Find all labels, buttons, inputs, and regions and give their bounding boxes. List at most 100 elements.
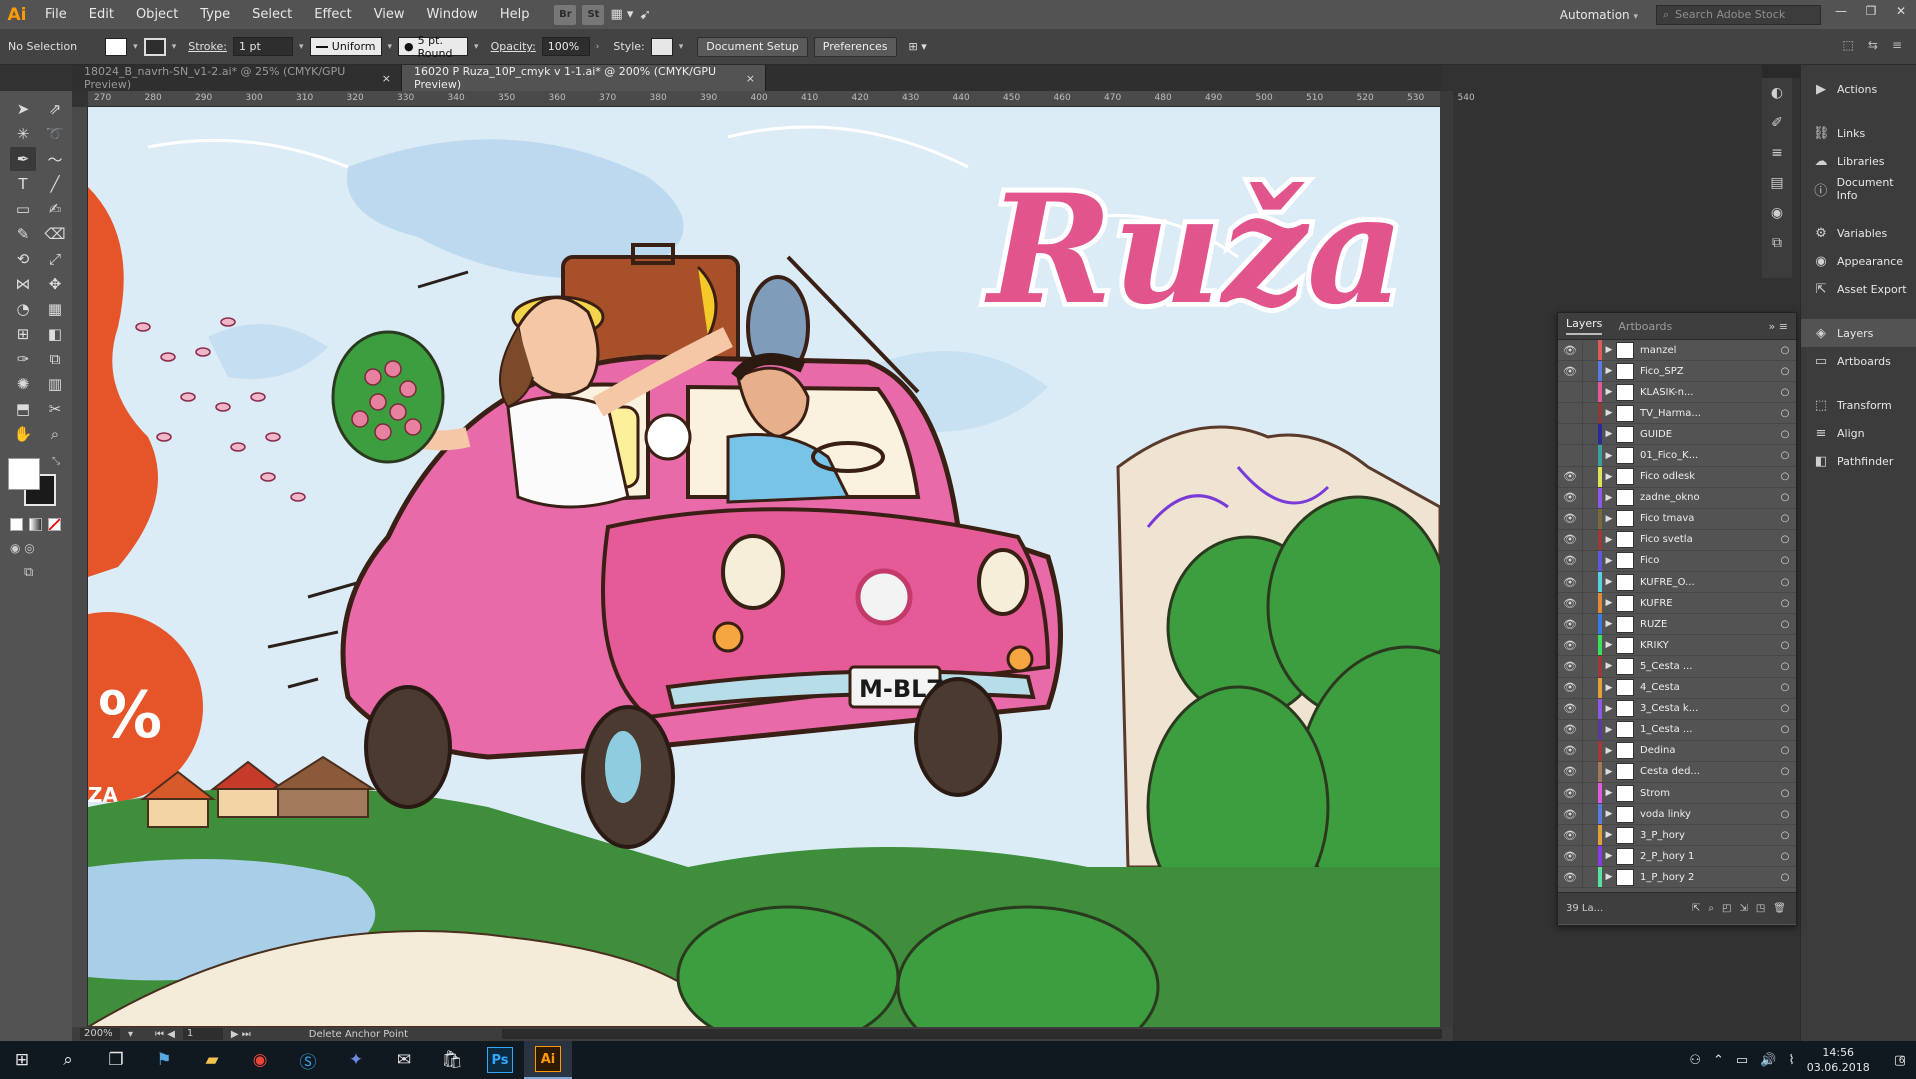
target-circle-icon[interactable]: ○ [1774, 745, 1796, 756]
opacity-label[interactable]: Opacity: [491, 40, 536, 53]
artboard-nav-icon[interactable]: ⏮ ◀ [155, 1029, 175, 1040]
lock-toggle[interactable] [1582, 614, 1598, 635]
lock-toggle[interactable] [1582, 572, 1598, 593]
transform-icon[interactable]: ⬚ [1843, 38, 1854, 52]
target-circle-icon[interactable]: ○ [1774, 577, 1796, 588]
dock-item-artboards[interactable]: ▭ Artboards [1801, 347, 1916, 375]
type-tool-icon[interactable]: T [10, 172, 36, 196]
file-explorer-icon[interactable]: ▰ [188, 1041, 236, 1079]
visibility-eye-icon[interactable]: 👁 [1558, 765, 1582, 778]
dock-item-transform[interactable]: ⬚ Transform [1801, 391, 1916, 419]
visibility-eye-icon[interactable]: 👁 [1558, 491, 1582, 504]
expand-arrow-icon[interactable]: ▶ [1602, 408, 1616, 418]
layer-row[interactable]: 👁 ▶ Cesta ded... ○ [1558, 761, 1796, 783]
target-circle-icon[interactable]: ○ [1774, 851, 1796, 862]
expand-arrow-icon[interactable]: ▶ [1602, 809, 1616, 819]
layer-row[interactable]: 👁 ▶ 5_Cesta ... ○ [1558, 656, 1796, 678]
chevron-down-icon[interactable]: ▾ [299, 42, 304, 52]
new-sublayer-icon[interactable]: ⇲ [1739, 903, 1747, 914]
lock-toggle[interactable] [1582, 593, 1598, 614]
expand-arrow-icon[interactable]: ▶ [1602, 535, 1616, 545]
target-circle-icon[interactable]: ○ [1774, 408, 1796, 419]
notifications-icon[interactable]: ▢ 6 [1894, 1053, 1906, 1068]
visibility-eye-icon[interactable]: 👁 [1558, 618, 1582, 631]
chevron-down-icon[interactable]: ▾ [133, 42, 138, 52]
new-layer-icon[interactable]: ◳ [1756, 903, 1765, 914]
microsoft-store-icon[interactable]: 🛍 [428, 1041, 476, 1079]
rectangle-tool-icon[interactable]: ▭ [10, 197, 36, 221]
lock-toggle[interactable] [1582, 445, 1598, 466]
target-circle-icon[interactable]: ○ [1774, 703, 1796, 714]
expand-arrow-icon[interactable]: ▶ [1602, 746, 1616, 756]
expand-arrow-icon[interactable]: ▶ [1602, 640, 1616, 650]
tab-document-2[interactable]: 16020 P Ruza_10P_cmyk v 1-1.ai* @ 200% (… [402, 65, 766, 91]
lock-toggle[interactable] [1582, 867, 1598, 888]
target-circle-icon[interactable]: ○ [1774, 534, 1796, 545]
screen-mode-icon[interactable]: ⧉ [24, 565, 33, 580]
rotate-tool-icon[interactable]: ⟲ [10, 247, 36, 271]
expand-arrow-icon[interactable]: ▶ [1602, 556, 1616, 566]
visibility-eye-icon[interactable]: 👁 [1558, 808, 1582, 821]
layer-row[interactable]: 👁 ▶ Fico_SPZ ○ [1558, 361, 1796, 383]
layer-row[interactable]: 👁 ▶ Fico tmava ○ [1558, 508, 1796, 530]
panel-menu-icon[interactable]: » ≡ [1769, 320, 1788, 333]
menu-effect[interactable]: Effect [303, 0, 362, 29]
visibility-eye-icon[interactable]: 👁 [1558, 744, 1582, 757]
target-circle-icon[interactable]: ○ [1774, 872, 1796, 883]
lock-toggle[interactable] [1582, 529, 1598, 550]
windows-start-icon[interactable]: ⊞ [0, 1041, 44, 1079]
stroke-label[interactable]: Stroke: [188, 40, 227, 53]
dock-item-document-info[interactable]: ⓘ Document Info [1801, 175, 1916, 203]
expand-arrow-icon[interactable]: ▶ [1602, 451, 1616, 461]
align-options-icon[interactable]: ⊞ ▾ [909, 40, 927, 53]
document-setup-button[interactable]: Document Setup [697, 36, 808, 57]
menu-object[interactable]: Object [125, 0, 189, 29]
trash-icon[interactable]: 🗑 [1773, 903, 1786, 914]
locate-object-icon[interactable]: ⌕ [1708, 903, 1714, 914]
layer-row[interactable]: 👁 ▶ Fico ○ [1558, 550, 1796, 573]
battery-icon[interactable]: ▭ [1736, 1053, 1748, 1068]
volume-icon[interactable]: 🔊 [1760, 1053, 1776, 1068]
pen-tool-icon[interactable]: ✒ [10, 147, 36, 171]
lock-toggle[interactable] [1582, 635, 1598, 656]
visibility-eye-icon[interactable]: 👁 [1558, 681, 1582, 694]
lock-toggle[interactable] [1582, 719, 1598, 740]
expand-arrow-icon[interactable]: ▶ [1602, 767, 1616, 777]
none-mode-icon[interactable] [48, 518, 61, 531]
expand-arrow-icon[interactable]: ▶ [1602, 345, 1616, 355]
chevron-down-icon[interactable]: ▾ [172, 42, 177, 52]
skype-icon[interactable]: Ⓢ [284, 1041, 332, 1079]
layer-row[interactable]: 👁 ▶ 1_P_hory 2 ○ [1558, 867, 1796, 889]
expand-arrow-icon[interactable]: ▶ [1602, 366, 1616, 376]
target-circle-icon[interactable]: ○ [1774, 724, 1796, 735]
visibility-eye-icon[interactable]: 👁 [1558, 871, 1582, 884]
target-circle-icon[interactable]: ○ [1774, 345, 1796, 356]
chevron-up-icon[interactable]: ⌃ [1713, 1053, 1724, 1068]
gradient-tool-icon[interactable]: ◧ [42, 322, 68, 346]
lock-toggle[interactable] [1582, 782, 1598, 804]
slice-tool-icon[interactable]: ✂ [42, 397, 68, 421]
layer-row[interactable]: 👁 ▶ KUFRE ○ [1558, 593, 1796, 615]
photoshop-icon[interactable]: Ps [476, 1041, 524, 1079]
expand-arrow-icon[interactable]: ▶ [1602, 704, 1616, 714]
layer-row[interactable]: 👁 ▶ Dedina ○ [1558, 740, 1796, 762]
target-circle-icon[interactable]: ○ [1774, 387, 1796, 398]
menu-window[interactable]: Window [416, 0, 489, 29]
target-circle-icon[interactable]: ○ [1774, 598, 1796, 609]
people-icon[interactable]: ⚇ [1689, 1053, 1701, 1068]
lock-toggle[interactable] [1582, 740, 1598, 761]
dock-item-align[interactable]: ≡ Align [1801, 419, 1916, 447]
export-icon[interactable]: ⇱ [1692, 903, 1700, 914]
target-circle-icon[interactable]: ○ [1774, 830, 1796, 841]
target-circle-icon[interactable]: ○ [1774, 555, 1796, 566]
brushes-icon[interactable]: ✐ [1762, 108, 1792, 138]
color-guide-icon[interactable]: ◐ [1762, 78, 1792, 108]
layer-row[interactable]: ▶ KLASIK-n... ○ [1558, 382, 1796, 404]
eraser-tool-icon[interactable]: ⌫ [42, 222, 68, 246]
menu-icon[interactable]: ⇆ [1868, 38, 1878, 52]
width-tool-icon[interactable]: ⋈ [10, 272, 36, 296]
gradient-icon[interactable]: ▤ [1762, 168, 1792, 198]
restore-icon[interactable]: ❐ [1856, 0, 1886, 22]
chevron-down-icon[interactable]: ▾ [679, 42, 684, 52]
blend-tool-icon[interactable]: ⧉ [42, 347, 68, 371]
